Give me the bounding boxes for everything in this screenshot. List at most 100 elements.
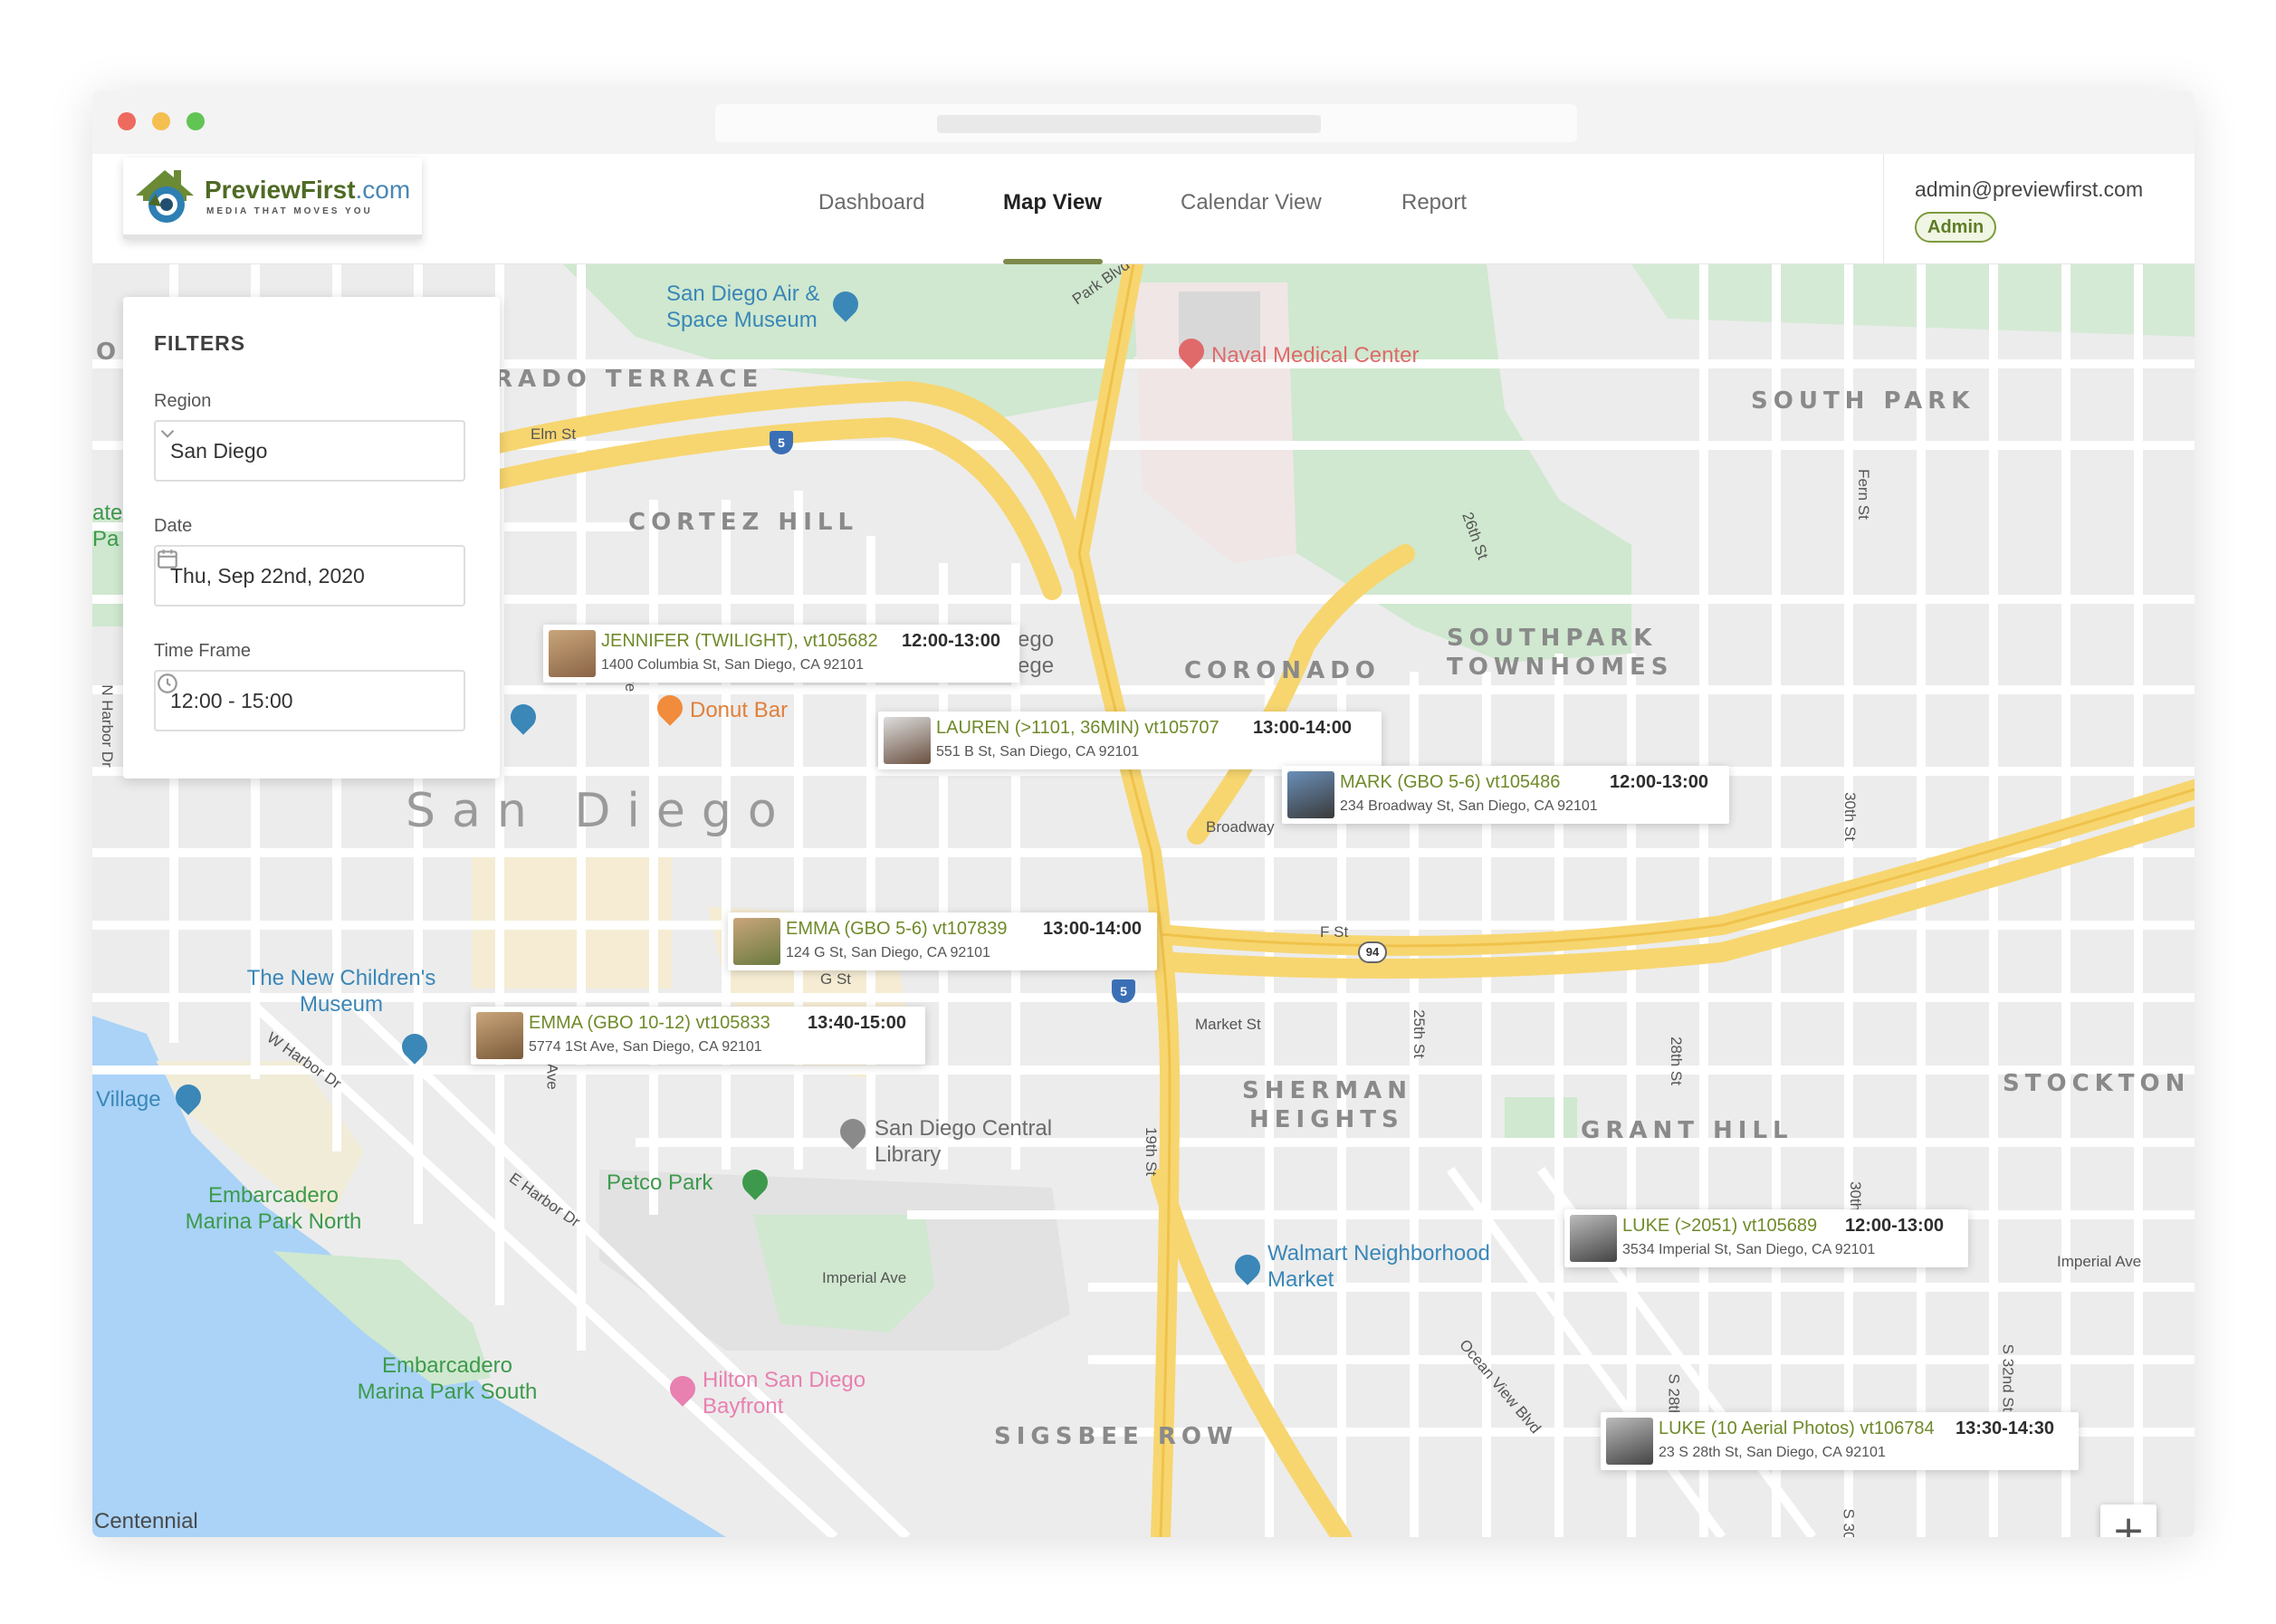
user-menu[interactable]: admin@previewfirst.com Admin (1883, 154, 2195, 264)
booking-time: 12:00-13:00 (1610, 772, 1708, 792)
area-label: SIGSBEE ROW (994, 1423, 1238, 1450)
street-label: Fern St (1854, 469, 1872, 520)
chevron-down-icon (160, 429, 175, 438)
area-label: GRANT HILL (1581, 1117, 1793, 1144)
booking-card[interactable]: LAUREN (>1101, 36MIN) vt105707 13:00-14:… (878, 712, 1382, 769)
booking-time: 13:30-14:30 (1956, 1419, 2054, 1438)
avatar (476, 1012, 523, 1059)
timeframe-value: 12:00 - 15:00 (170, 689, 293, 712)
poi-naval-medical-center[interactable]: Naval Medical Center (1211, 342, 1419, 368)
filters-panel: FILTERS Region San Diego Date Thu, Sep 2… (123, 297, 500, 779)
booking-address: 234 Broadway St, San Diego, CA 92101 (1340, 798, 1598, 814)
region-value: San Diego (170, 439, 268, 463)
close-window-button[interactable] (118, 112, 136, 130)
user-email: admin@previewfirst.com (1915, 177, 2144, 201)
area-label: CORONADO (1184, 657, 1381, 684)
booking-name: EMMA (GBO 10-12) vt105833 (529, 1013, 770, 1033)
booking-time: 13:00-14:00 (1043, 919, 1142, 939)
poi-hilton[interactable]: Hilton San Diego Bayfront (703, 1367, 875, 1419)
role-badge: Admin (1915, 212, 1997, 243)
booking-address: 1400 Columbia St, San Diego, CA 92101 (601, 657, 864, 673)
booking-card[interactable]: EMMA (GBO 10-12) vt105833 13:40-15:00 57… (471, 1007, 925, 1065)
browser-titlebar (92, 91, 2195, 154)
area-label: STOCKTON (2003, 1070, 2191, 1097)
booking-address: 23 S 28th St, San Diego, CA 92101 (1659, 1445, 1886, 1460)
street-label: N Harbor Dr (98, 684, 116, 768)
logo-icon (136, 170, 194, 223)
date-label: Date (154, 516, 193, 536)
booking-card[interactable]: MARK (GBO 5-6) vt105486 12:00-13:00 234 … (1282, 766, 1729, 824)
logo[interactable]: PreviewFirst.com MEDIA THAT MOVES YOU (123, 158, 422, 239)
timeframe-label: Time Frame (154, 641, 252, 661)
clock-icon (158, 673, 177, 693)
map[interactable]: RADO TERRACE CORTEZ HILL SOUTH PARK CORO… (92, 264, 2195, 1537)
poi-embarcadero-north[interactable]: Embarcadero Marina Park North (183, 1182, 364, 1235)
avatar (549, 630, 596, 677)
maximize-window-button[interactable] (186, 112, 205, 130)
street-label: S 32nd St (1999, 1343, 2017, 1412)
avatar (1570, 1215, 1617, 1262)
app-header: PreviewFirst.com MEDIA THAT MOVES YOU Da… (92, 154, 2195, 264)
zoom-controls: + − (2100, 1505, 2156, 1537)
region-label: Region (154, 391, 212, 411)
avatar (884, 717, 931, 764)
nav-calendar-view[interactable]: Calendar View (1181, 190, 1322, 215)
area-label: TOWNHOMES (1447, 654, 1674, 681)
area-label: CORTEZ HILL (628, 509, 859, 536)
nav-map-view[interactable]: Map View (1003, 190, 1102, 215)
nav-dashboard[interactable]: Dashboard (818, 190, 924, 215)
filters-title: FILTERS (154, 331, 246, 355)
zoom-in-button[interactable]: + (2100, 1505, 2156, 1537)
area-label: SOUTHPARK (1447, 625, 1658, 652)
avatar (733, 918, 780, 965)
booking-address: 124 G St, San Diego, CA 92101 (786, 945, 990, 960)
booking-time: 13:00-14:00 (1253, 718, 1352, 738)
minimize-window-button[interactable] (152, 112, 170, 130)
browser-window: PreviewFirst.com MEDIA THAT MOVES YOU Da… (92, 91, 2195, 1537)
booking-name: LUKE (>2051) vt105689 (1622, 1216, 1818, 1236)
street-label: Imperial Ave (2057, 1253, 2142, 1270)
poi-air-space-museum[interactable]: San Diego Air & Space Museum (666, 281, 847, 333)
logo-tagline: MEDIA THAT MOVES YOU (206, 206, 373, 216)
city-label: San Diego (406, 784, 793, 838)
booking-card[interactable]: LUKE (10 Aerial Photos) vt106784 13:30-1… (1601, 1412, 2079, 1470)
street-label: 25th St (1410, 1009, 1428, 1058)
booking-name: MARK (GBO 5-6) vt105486 (1340, 772, 1561, 792)
poi-childrens-museum[interactable]: The New Children's Museum (246, 965, 436, 1017)
street-label: 28th St (1667, 1036, 1685, 1085)
poi-village[interactable]: Village (96, 1086, 161, 1113)
region-select[interactable]: San Diego (154, 420, 465, 482)
interstate-shield-icon: 5 (770, 431, 793, 454)
area-label: SOUTH PARK (1751, 387, 1975, 415)
poi-college-partial[interactable]: ego ege (1018, 626, 1072, 679)
poi-centennial[interactable]: Centennial (94, 1508, 198, 1534)
poi-donut-bar[interactable]: Donut Bar (690, 697, 788, 723)
booking-name: JENNIFER (TWILIGHT), vt105682 (601, 631, 878, 651)
street-label: Market St (1195, 1016, 1261, 1033)
timeframe-picker[interactable]: 12:00 - 15:00 (154, 670, 465, 731)
booking-time: 12:00-13:00 (902, 631, 1000, 651)
poi-central-library[interactable]: San Diego Central Library (875, 1115, 1056, 1168)
state-route-shield-icon: 94 (1358, 941, 1387, 963)
booking-time: 12:00-13:00 (1845, 1216, 1944, 1236)
street-label: 19th St (1142, 1127, 1160, 1176)
area-label: HEIGHTS (1249, 1106, 1404, 1133)
booking-name: LAUREN (>1101, 36MIN) vt105707 (936, 718, 1219, 738)
booking-card[interactable]: LUKE (>2051) vt105689 12:00-13:00 3534 I… (1564, 1209, 1968, 1267)
booking-time: 13:40-15:00 (808, 1013, 906, 1033)
poi-petco-park[interactable]: Petco Park (607, 1170, 712, 1196)
address-bar[interactable] (715, 104, 1577, 142)
poi-walmart[interactable]: Walmart Neighborhood Market (1267, 1240, 1521, 1293)
active-tab-indicator (1003, 259, 1103, 264)
street-label: 30th St (1841, 792, 1859, 841)
logo-brand: PreviewFirst (205, 176, 356, 204)
street-label: F St (1320, 923, 1349, 941)
date-picker[interactable]: Thu, Sep 22nd, 2020 (154, 545, 465, 607)
booking-card[interactable]: EMMA (GBO 5-6) vt107839 13:00-14:00 124 … (728, 912, 1157, 970)
street-label: Imperial Ave (822, 1269, 907, 1286)
booking-name: EMMA (GBO 5-6) vt107839 (786, 919, 1008, 939)
nav-report[interactable]: Report (1401, 190, 1467, 215)
booking-address: 5774 1St Ave, San Diego, CA 92101 (529, 1039, 762, 1055)
booking-card[interactable]: JENNIFER (TWILIGHT), vt105682 12:00-13:0… (543, 625, 1019, 683)
poi-embarcadero-south[interactable]: Embarcadero Marina Park South (357, 1352, 538, 1405)
